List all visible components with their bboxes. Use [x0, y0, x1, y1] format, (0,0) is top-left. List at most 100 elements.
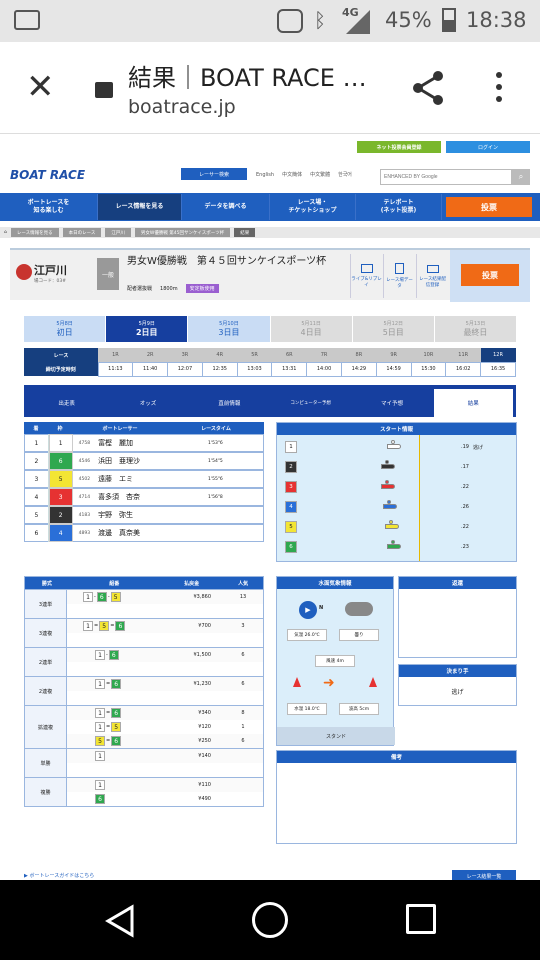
race-time: 14:29	[340, 361, 377, 377]
combo-frame: 1	[83, 592, 93, 602]
payout-group: 3連単 1-6-5 ¥3,860 13	[25, 589, 263, 618]
day-tab-3[interactable]: 5月10日 3日目	[188, 316, 270, 342]
combination: 1	[67, 751, 159, 761]
race-vote-button[interactable]: 投票	[461, 264, 519, 286]
racer-registration: 4183	[78, 512, 91, 518]
recents-icon[interactable]	[406, 904, 436, 934]
race-number[interactable]: 5R	[237, 348, 272, 362]
race-number[interactable]: 7R	[306, 348, 342, 362]
race-number-current[interactable]: 12R	[480, 348, 516, 362]
bet-type: 単勝	[25, 749, 67, 777]
mail-icon	[426, 264, 439, 273]
popularity: 6	[241, 738, 245, 744]
header-place: 着	[33, 425, 39, 432]
popularity: 13	[239, 594, 247, 600]
member-registration-button[interactable]: ネット投票会員登録	[357, 141, 441, 153]
kimarite-title: 決まり手	[399, 665, 516, 677]
back-icon[interactable]	[104, 904, 136, 942]
day-tab-2[interactable]: 5月9日 2日目	[106, 316, 188, 342]
combination: 6	[67, 794, 159, 804]
network-label: 4G	[342, 6, 359, 19]
combo-separator: =	[106, 738, 111, 744]
stadium-data-link[interactable]: レース場データ	[383, 254, 415, 298]
nav-televote[interactable]: テレボート (ネット投票)	[356, 194, 442, 220]
result-racer: 4546 浜田 亜理沙	[73, 452, 168, 470]
breadcrumb-item[interactable]: 男女W優勝戦 第45回サンケイスポーツ杯	[134, 228, 231, 237]
start-line	[419, 435, 420, 561]
bet-type: 複勝	[25, 778, 67, 806]
start-timing: .26	[461, 504, 469, 510]
nav-race-info[interactable]: レース情報を見る	[98, 194, 182, 220]
race-number[interactable]: 3R	[167, 348, 203, 362]
result-racer: 4183 宇野 弥生	[73, 506, 168, 524]
race-results-list-button[interactable]: レース結果一覧	[452, 870, 516, 880]
tab-results[interactable]: 結果	[433, 389, 513, 417]
day-tab-6[interactable]: 5月13日 最終日	[434, 316, 517, 342]
race-number[interactable]: 9R	[376, 348, 412, 362]
start-frame: 4	[285, 501, 297, 513]
racer-registration: 4502	[78, 476, 91, 482]
search-submit-icon[interactable]: ⌕	[512, 169, 530, 185]
result-row: 2 6 4546 浜田 亜理沙 1'54"5	[24, 452, 264, 470]
tab-entries[interactable]: 出走表	[27, 389, 106, 417]
race-number[interactable]: 1R	[98, 348, 133, 362]
breadcrumb-item[interactable]: 江戸川	[105, 228, 131, 237]
day-tab-5[interactable]: 5月12日 5日目	[352, 316, 434, 342]
racer-name[interactable]: 宇野 弥生	[98, 510, 133, 520]
race-time-value	[168, 506, 263, 524]
race-number[interactable]: 8R	[341, 348, 377, 362]
racer-name[interactable]: 浜田 亜理沙	[98, 456, 140, 466]
racer-name[interactable]: 富樫 麗加	[98, 438, 133, 448]
breadcrumb-item[interactable]: レース情報を見る	[10, 228, 59, 237]
race-details: 配者選抜戦 1800m 安定板使用	[127, 284, 219, 293]
lang-zh-cn[interactable]: 中文簡体	[282, 171, 302, 178]
page-url[interactable]: boatrace.jp	[128, 96, 236, 118]
racer-name[interactable]: 喜多須 杏奈	[98, 492, 140, 502]
login-button[interactable]: ログイン	[446, 141, 530, 153]
race-number[interactable]: 2R	[132, 348, 168, 362]
race-guide-link[interactable]: ▶ ボートレースガイドはこちら	[24, 872, 94, 879]
result-place: 4	[25, 488, 49, 506]
racer-search-button[interactable]: レーサー検索	[181, 168, 247, 180]
nav-stadium[interactable]: レース場・ チケットショップ	[270, 194, 356, 220]
race-number[interactable]: 11R	[445, 348, 481, 362]
race-time: 13:31	[271, 361, 308, 377]
payout-amount: ¥490	[198, 796, 211, 802]
home-button-icon[interactable]	[252, 902, 288, 938]
breadcrumb-item[interactable]: 本日のレース	[62, 228, 102, 237]
home-icon[interactable]: ⌂	[4, 230, 7, 235]
page-title: 結果｜BOAT RACE …	[128, 64, 367, 92]
tab-my-prediction[interactable]: マイ予想	[352, 389, 431, 417]
live-replay-link[interactable]: ライブ&リプレイ	[350, 254, 382, 298]
tab-computer-prediction[interactable]: コンピューター予想	[271, 389, 350, 417]
day-tab-4[interactable]: 5月11日 4日目	[270, 316, 352, 342]
lang-en[interactable]: English	[256, 172, 274, 178]
popularity: 1	[241, 724, 245, 730]
share-icon[interactable]	[412, 70, 446, 110]
race-number[interactable]: 6R	[271, 348, 307, 362]
close-tab-icon[interactable]: ✕	[26, 70, 55, 104]
race-number[interactable]: 4R	[202, 348, 238, 362]
combination: 1 = 6	[67, 708, 159, 718]
race-time: 16:02	[445, 361, 482, 377]
cloud-icon	[345, 602, 373, 616]
overflow-menu-icon[interactable]	[496, 72, 502, 102]
race-detail: 配者選抜戦	[127, 286, 153, 292]
nav-learn[interactable]: ボートレースを 知る楽しむ	[0, 194, 98, 220]
result-subscribe-link[interactable]: レース結果配信登録	[416, 254, 448, 298]
result-racer: 4502 遠藤 エミ	[73, 470, 168, 488]
racer-name[interactable]: 遠藤 エミ	[98, 474, 133, 484]
nav-vote-button[interactable]: 投票	[446, 197, 532, 217]
lang-ko[interactable]: 한국어	[338, 171, 352, 178]
lang-zh-tw[interactable]: 中文繁體	[310, 171, 330, 178]
combo-frame: 6	[111, 708, 122, 718]
site-logo[interactable]: BOAT RACE	[10, 168, 85, 182]
day-tab-1[interactable]: 5月8日 初日	[24, 316, 106, 342]
tab-odds[interactable]: オッズ	[108, 389, 187, 417]
nav-data[interactable]: データを調べる	[182, 194, 270, 220]
race-number[interactable]: 10R	[411, 348, 446, 362]
site-search-input[interactable]	[380, 169, 512, 185]
payout-row: 1 = 5 ¥120 1	[67, 720, 263, 734]
tab-prerace[interactable]: 直前情報	[190, 389, 269, 417]
racer-name[interactable]: 渡邊 真奈美	[98, 528, 140, 538]
